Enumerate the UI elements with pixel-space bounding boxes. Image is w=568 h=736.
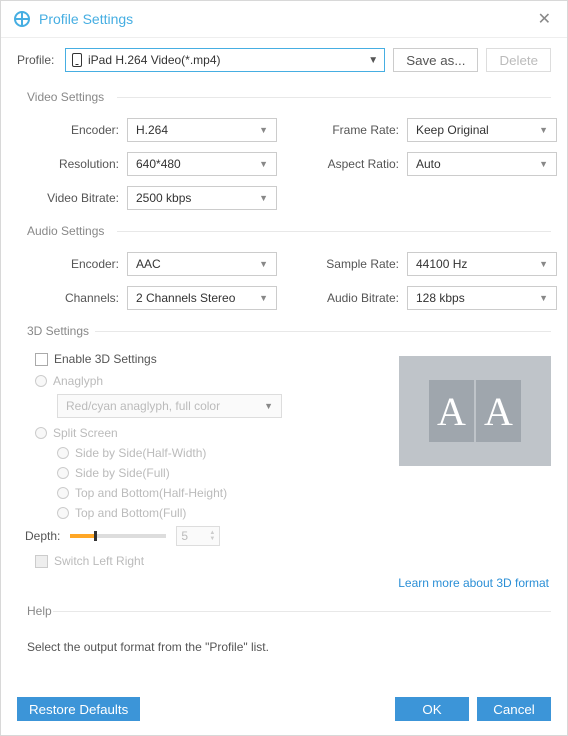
preview-left-pane: A xyxy=(429,380,474,442)
depth-label: Depth: xyxy=(25,529,60,543)
channels-label: Channels: xyxy=(17,291,127,305)
video-section-title: Video Settings xyxy=(17,90,551,104)
chevron-down-icon: ▼ xyxy=(264,401,273,411)
audio-encoder-select[interactable]: AAC▼ xyxy=(127,252,277,276)
chevron-down-icon: ▼ xyxy=(539,125,548,135)
video-bitrate-label: Video Bitrate: xyxy=(17,191,127,205)
sbs-full-radio: Side by Side(Full) xyxy=(57,466,551,480)
chevron-down-icon: ▼ xyxy=(539,293,548,303)
anaglyph-option-select: Red/cyan anaglyph, full color▼ xyxy=(57,394,282,418)
depth-slider xyxy=(70,534,166,538)
titlebar: Profile Settings ✕ xyxy=(1,1,567,38)
radio-icon xyxy=(57,447,69,459)
checkbox-icon xyxy=(35,555,48,568)
chevron-down-icon: ▼ xyxy=(259,125,268,135)
tab-half-radio: Top and Bottom(Half-Height) xyxy=(57,486,551,500)
3d-preview: A A xyxy=(399,356,551,466)
3d-section-title: 3D Settings xyxy=(17,324,551,338)
chevron-down-icon: ▼ xyxy=(259,259,268,269)
cancel-button[interactable]: Cancel xyxy=(477,697,551,721)
help-section: Help Select the output format from the "… xyxy=(17,604,551,654)
chevron-down-icon: ▼ xyxy=(368,55,378,66)
profile-select[interactable]: iPad H.264 Video(*.mp4) ▼ xyxy=(65,48,385,72)
resolution-select[interactable]: 640*480▼ xyxy=(127,152,277,176)
resolution-label: Resolution: xyxy=(17,157,127,171)
chevron-down-icon: ▼ xyxy=(539,259,548,269)
aspect-ratio-label: Aspect Ratio: xyxy=(307,157,407,171)
profile-value: iPad H.264 Video(*.mp4) xyxy=(88,53,368,67)
help-text: Select the output format from the "Profi… xyxy=(17,632,551,654)
audio-bitrate-select[interactable]: 128 kbps▼ xyxy=(407,286,557,310)
content-area: Profile: iPad H.264 Video(*.mp4) ▼ Save … xyxy=(1,38,567,687)
radio-icon xyxy=(57,507,69,519)
framerate-label: Frame Rate: xyxy=(307,123,407,137)
profile-label: Profile: xyxy=(17,53,57,67)
radio-icon xyxy=(57,467,69,479)
spinner-arrows-icon: ▲▼ xyxy=(209,530,215,542)
profile-row: Profile: iPad H.264 Video(*.mp4) ▼ Save … xyxy=(17,48,551,72)
window-title: Profile Settings xyxy=(39,11,534,27)
chevron-down-icon: ▼ xyxy=(259,159,268,169)
samplerate-label: Sample Rate: xyxy=(307,257,407,271)
footer: Restore Defaults OK Cancel xyxy=(1,687,567,735)
close-icon[interactable]: ✕ xyxy=(534,9,555,29)
switch-lr-checkbox: Switch Left Right xyxy=(35,554,551,568)
restore-defaults-button[interactable]: Restore Defaults xyxy=(17,697,140,721)
samplerate-select[interactable]: 44100 Hz▼ xyxy=(407,252,557,276)
video-bitrate-select[interactable]: 2500 kbps▼ xyxy=(127,186,277,210)
radio-icon xyxy=(35,375,47,387)
framerate-select[interactable]: Keep Original▼ xyxy=(407,118,557,142)
video-settings-section: Video Settings Encoder: H.264▼ Frame Rat… xyxy=(17,90,551,210)
channels-select[interactable]: 2 Channels Stereo▼ xyxy=(127,286,277,310)
audio-bitrate-label: Audio Bitrate: xyxy=(307,291,407,305)
app-logo-icon xyxy=(13,10,31,28)
profile-settings-window: Profile Settings ✕ Profile: iPad H.264 V… xyxy=(0,0,568,736)
help-section-title: Help xyxy=(17,604,551,618)
tab-full-radio: Top and Bottom(Full) xyxy=(57,506,551,520)
radio-icon xyxy=(35,427,47,439)
ipad-icon xyxy=(72,53,82,67)
aspect-ratio-select[interactable]: Auto▼ xyxy=(407,152,557,176)
save-as-button[interactable]: Save as... xyxy=(393,48,478,72)
checkbox-icon xyxy=(35,353,48,366)
audio-encoder-label: Encoder: xyxy=(17,257,127,271)
audio-section-title: Audio Settings xyxy=(17,224,551,238)
depth-row: Depth: 5 ▲▼ xyxy=(25,526,551,546)
preview-right-pane: A xyxy=(476,380,521,442)
video-encoder-select[interactable]: H.264▼ xyxy=(127,118,277,142)
3d-settings-section: 3D Settings Enable 3D Settings Anaglyph … xyxy=(17,324,551,590)
depth-spinner: 5 ▲▼ xyxy=(176,526,220,546)
radio-icon xyxy=(57,487,69,499)
ok-button[interactable]: OK xyxy=(395,697,469,721)
delete-button: Delete xyxy=(486,48,551,72)
chevron-down-icon: ▼ xyxy=(539,159,548,169)
chevron-down-icon: ▼ xyxy=(259,293,268,303)
learn-more-link[interactable]: Learn more about 3D format xyxy=(17,576,549,590)
video-encoder-label: Encoder: xyxy=(17,123,127,137)
chevron-down-icon: ▼ xyxy=(259,193,268,203)
audio-settings-section: Audio Settings Encoder: AAC▼ Sample Rate… xyxy=(17,224,551,310)
